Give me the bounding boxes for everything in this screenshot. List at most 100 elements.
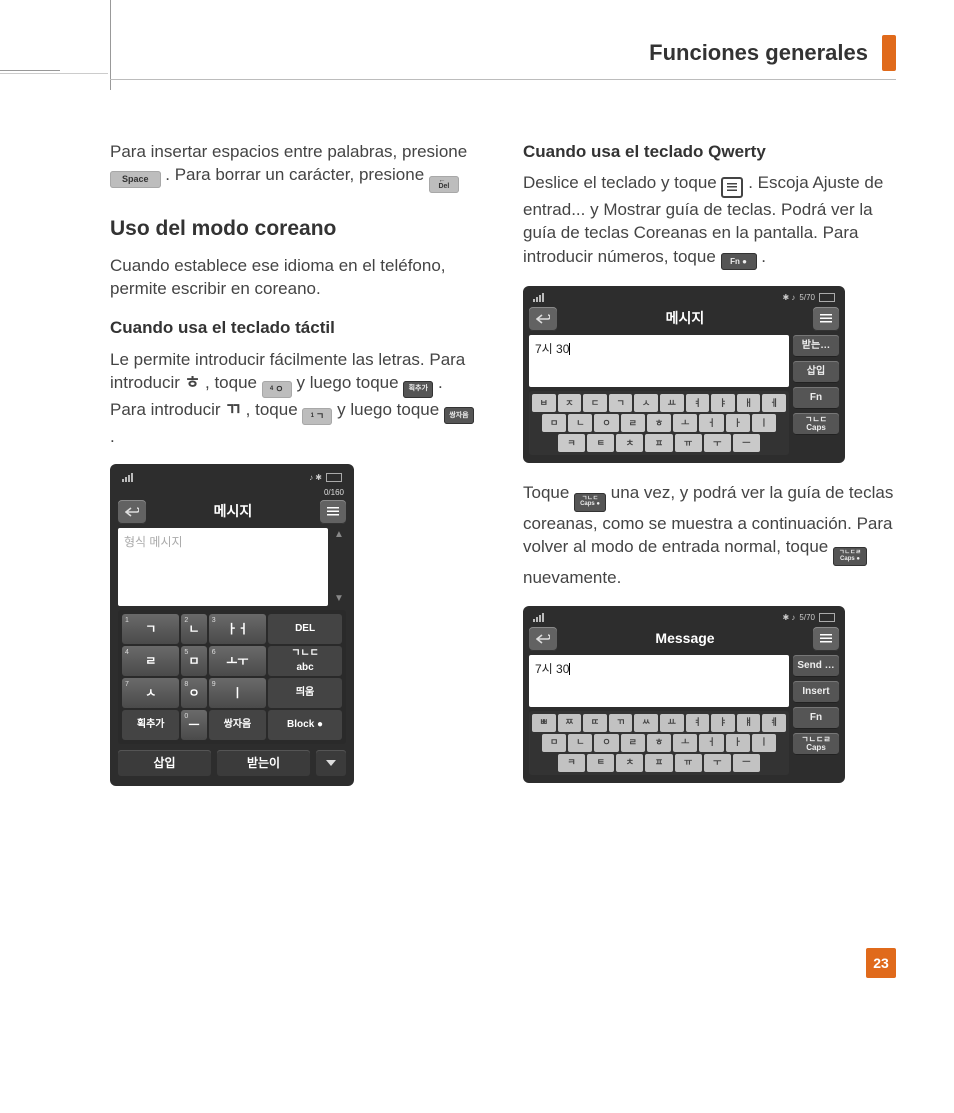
qwerty-key[interactable]: ㅇ — [594, 734, 618, 752]
qwerty-key[interactable]: ㅂ — [532, 394, 556, 412]
keypad-key[interactable]: 획추가 — [122, 710, 179, 740]
qwerty-key[interactable]: ㅈ — [558, 394, 582, 412]
heading-2: Uso del modo coreano — [110, 215, 483, 244]
qwerty-key[interactable]: ㅒ — [737, 714, 761, 732]
keypad-key[interactable]: 띄움 — [268, 678, 342, 708]
delete-key-icon: ← Del — [429, 176, 459, 193]
keypad-key[interactable]: DEL — [268, 614, 342, 644]
qwerty-key[interactable]: ㄱ — [609, 394, 633, 412]
qwerty-key[interactable]: ㅠ — [675, 434, 702, 452]
qwerty-key[interactable]: ㅇ — [594, 414, 618, 432]
qwerty-key[interactable]: ㅛ — [660, 714, 684, 732]
qwerty-key[interactable]: ㅍ — [645, 434, 672, 452]
qwerty-key[interactable]: ㅏ — [726, 734, 750, 752]
keypad-key[interactable]: 쌍자음 — [209, 710, 266, 740]
qwerty-key[interactable]: ㅊ — [616, 754, 643, 772]
keypad-key[interactable]: 7ㅅ — [122, 678, 179, 708]
qwerty-key[interactable]: ㅗ — [673, 414, 697, 432]
keypad-key[interactable]: 6ㅗㅜ — [209, 646, 266, 676]
qwerty-key[interactable]: ㅑ — [711, 714, 735, 732]
qwerty-key[interactable]: ㅕ — [686, 394, 710, 412]
qwerty-key[interactable]: ㅛ — [660, 394, 684, 412]
qwerty-key[interactable]: ㅠ — [675, 754, 702, 772]
qwerty-key[interactable]: ㅔ — [762, 394, 786, 412]
space-key-icon: Space — [110, 171, 161, 188]
qwerty-key[interactable]: ㅅ — [634, 394, 658, 412]
qwerty-key[interactable]: ㅌ — [587, 754, 614, 772]
keypad-key[interactable]: 1ㄱ — [122, 614, 179, 644]
side-button[interactable]: Send … — [793, 655, 839, 677]
qwerty-key[interactable]: ㅓ — [699, 734, 723, 752]
qwerty-keyboard[interactable]: ㅂㅈㄷㄱㅅㅛㅕㅑㅐㅔㅁㄴㅇㄹㅎㅗㅓㅏㅣㅋㅌㅊㅍㅠㅜㅡ — [529, 391, 789, 455]
side-button[interactable]: Fn — [793, 707, 839, 729]
qwerty-key[interactable]: ㅑ — [711, 394, 735, 412]
qwerty-key[interactable]: ㅃ — [532, 714, 556, 732]
side-button[interactable]: Fn — [793, 387, 839, 409]
side-buttons: 받는… 삽입 Fn ㄱㄴㄷ Caps — [793, 335, 839, 455]
message-input[interactable]: 형식 메시지 — [118, 528, 328, 606]
qwerty-key[interactable]: ㅌ — [587, 434, 614, 452]
qwerty-key[interactable]: ㄹ — [621, 414, 645, 432]
dropdown-button[interactable] — [316, 750, 346, 776]
menu-button[interactable] — [320, 500, 346, 524]
qwerty-key[interactable]: ㅍ — [645, 754, 672, 772]
qwerty-key[interactable]: ㅋ — [558, 754, 585, 772]
qwerty-key[interactable]: ㅕ — [686, 714, 710, 732]
qwerty-key[interactable]: ㅖ — [762, 714, 786, 732]
keypad-key[interactable]: 3ㅏㅓ — [209, 614, 266, 644]
side-button[interactable]: ㄱㄴㄷ Caps — [793, 413, 839, 435]
keypad-key[interactable]: Block ● — [268, 710, 342, 740]
qwerty-key[interactable]: ㅜ — [704, 754, 731, 772]
message-input[interactable]: 7시 30 — [529, 335, 789, 387]
qwerty-key[interactable]: ㅋ — [558, 434, 585, 452]
qwerty-key[interactable]: ㅗ — [673, 734, 697, 752]
qwerty-key[interactable]: ㄷ — [583, 394, 607, 412]
qwerty-key[interactable]: ㅓ — [699, 414, 723, 432]
qwerty-key[interactable]: ㅆ — [634, 714, 658, 732]
qwerty-key[interactable]: ㅁ — [542, 414, 566, 432]
back-button[interactable] — [118, 500, 146, 524]
qwerty-key[interactable]: ㄲ — [609, 714, 633, 732]
qwerty-key[interactable]: ㅉ — [558, 714, 582, 732]
qwerty-key[interactable]: ㄴ — [568, 734, 592, 752]
back-button[interactable] — [529, 307, 557, 331]
qwerty-key[interactable]: ㅏ — [726, 414, 750, 432]
qwerty-key[interactable]: ㅣ — [752, 734, 776, 752]
menu-button[interactable] — [813, 307, 839, 331]
status-bar: ✱ ♪ 5/70 — [529, 292, 839, 307]
menu-button[interactable] — [813, 627, 839, 651]
qwerty-key[interactable]: ㄹ — [621, 734, 645, 752]
qwerty-key[interactable]: ㅐ — [737, 394, 761, 412]
keypad-key[interactable]: 0ㅡ — [181, 710, 206, 740]
qwerty-key[interactable]: ㅊ — [616, 434, 643, 452]
fn-key-icon: Fn ● — [721, 253, 757, 270]
side-button[interactable]: 받는… — [793, 335, 839, 357]
text: Toque — [523, 483, 574, 502]
keypad-key[interactable]: 2ㄴ — [181, 614, 206, 644]
insert-button[interactable]: 삽입 — [118, 750, 211, 776]
text: . — [761, 247, 766, 266]
char-counter: 5/70 — [799, 612, 815, 623]
recipient-button[interactable]: 받는이 — [217, 750, 310, 776]
back-button[interactable] — [529, 627, 557, 651]
keypad-key[interactable]: 8ㅇ — [181, 678, 206, 708]
side-button[interactable]: ㄱㄴㄷㄹ Caps — [793, 733, 839, 755]
qwerty-keyboard[interactable]: ㅃㅉㄸㄲㅆㅛㅕㅑㅒㅖㅁㄴㅇㄹㅎㅗㅓㅏㅣㅋㅌㅊㅍㅠㅜㅡ — [529, 711, 789, 775]
qwerty-key[interactable]: ㅎ — [647, 414, 671, 432]
qwerty-key[interactable]: ㅣ — [752, 414, 776, 432]
qwerty-key[interactable]: ㅡ — [733, 434, 760, 452]
qwerty-key[interactable]: ㅜ — [704, 434, 731, 452]
qwerty-key[interactable]: ㄸ — [583, 714, 607, 732]
keypad-key[interactable]: 9ㅣ — [209, 678, 266, 708]
side-button[interactable]: 삽입 — [793, 361, 839, 383]
qwerty-key[interactable]: ㄴ — [568, 414, 592, 432]
keypad-key[interactable]: ㄱㄴㄷ abc — [268, 646, 342, 676]
numeric-keypad[interactable]: 1ㄱ2ㄴ3ㅏㅓDEL 4ㄹ5ㅁ6ㅗㅜㄱㄴㄷ abc 7ㅅ8ㅇ9ㅣ띄움획추가0ㅡ쌍자음… — [118, 610, 346, 744]
qwerty-key[interactable]: ㅡ — [733, 754, 760, 772]
keypad-key[interactable]: 4ㄹ — [122, 646, 179, 676]
side-button[interactable]: Insert — [793, 681, 839, 703]
keypad-key[interactable]: 5ㅁ — [181, 646, 206, 676]
message-input[interactable]: 7시 30 — [529, 655, 789, 707]
qwerty-key[interactable]: ㅎ — [647, 734, 671, 752]
qwerty-key[interactable]: ㅁ — [542, 734, 566, 752]
